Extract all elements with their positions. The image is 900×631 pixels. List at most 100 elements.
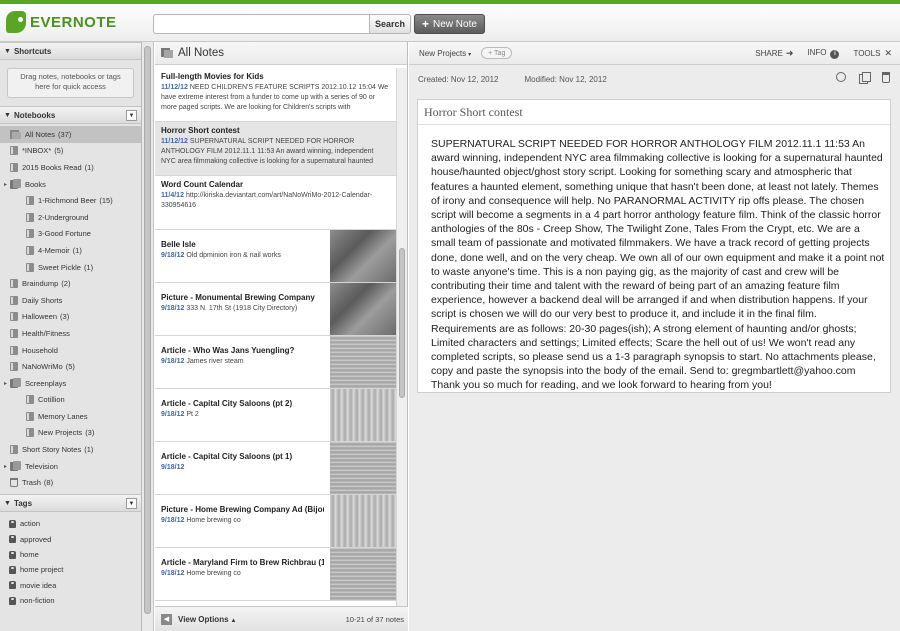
search-button[interactable]: Search: [369, 14, 412, 34]
note-list-item[interactable]: Full-length Movies for Kids 11/12/12 NEED …: [155, 68, 396, 122]
info-label: INFO: [807, 48, 827, 57]
notebook-icon: [26, 212, 34, 222]
note-snippet-text: Old dpminion iron & nail works: [186, 252, 281, 259]
sidebar-notebook-item[interactable]: Cotillion: [0, 392, 141, 409]
sidebar-notebook-item[interactable]: Household: [0, 342, 141, 359]
notebook-count: (1): [84, 445, 94, 455]
sidebar-notebook-item[interactable]: *INBOX* (5): [0, 143, 141, 160]
notebook-label: 3-Good Fortune: [38, 229, 91, 239]
sidebar-notebook-item[interactable]: 3-Good Fortune: [0, 226, 141, 243]
sidebar-notebook-item[interactable]: ▸ Television: [0, 458, 141, 475]
reminder-alarm-icon[interactable]: [836, 72, 846, 82]
notebook-count: (5): [54, 146, 64, 156]
notebooks-header[interactable]: ▼ Notebooks ▼: [0, 106, 141, 124]
sidebar-notebook-item[interactable]: New Projects (3): [0, 425, 141, 442]
duplicate-icon[interactable]: [859, 72, 871, 84]
tools-button[interactable]: TOOLS ✕: [853, 48, 892, 59]
new-note-button[interactable]: + New Note: [414, 14, 485, 34]
note-title: Picture - Home Brewing Company Ad (Bijou…: [161, 505, 324, 514]
note-snippet-text: Pt 2: [186, 411, 199, 418]
note-list-item[interactable]: Picture - Monumental Brewing Company 9/18…: [155, 283, 396, 336]
search-input[interactable]: [153, 14, 369, 34]
sidebar-scrollbar[interactable]: [142, 42, 154, 631]
note-thumbnail-image: [330, 389, 396, 441]
notebook-count: (3): [85, 428, 95, 438]
trash-icon[interactable]: [882, 72, 890, 83]
collapse-left-icon[interactable]: ◀: [161, 613, 172, 625]
notebook-count: (5): [65, 362, 75, 372]
note-snippet-text: 333 N. 17th St (1918 City Directory): [186, 305, 298, 312]
note-list-item[interactable]: Picture - Home Brewing Company Ad (Bijou…: [155, 495, 396, 548]
note-body[interactable]: SUPERNATURAL SCRIPT NEEDED FOR HORROR AN…: [418, 125, 890, 393]
sidebar-notebook-item[interactable]: Memory Lanes: [0, 408, 141, 425]
note-list-item[interactable]: Article - Capital City Saloons (pt 2) 9/1…: [155, 389, 396, 442]
sidebar-notebook-item[interactable]: NaNoWriMo (5): [0, 358, 141, 375]
sidebar-notebook-item[interactable]: 1-Richmond Beer (15): [0, 192, 141, 209]
notebook-icon: [10, 295, 18, 305]
note-list-item[interactable]: Article - Maryland Firm to Brew Richbrau…: [155, 548, 396, 601]
tags-header[interactable]: ▼ Tags ▼: [0, 494, 141, 513]
note-snippet-text: Home brewing co: [186, 570, 241, 577]
note-list-item[interactable]: Horror Short contest 11/12/12 SUPERNATURAL…: [155, 122, 396, 176]
sidebar-notebook-item[interactable]: Braindump (2): [0, 275, 141, 292]
shortcuts-section: ▼ Shortcuts Drag notes, notebooks or tag…: [0, 42, 141, 98]
note-list-item[interactable]: Belle Isle 9/18/12 Old dpminion iron & nai…: [155, 230, 396, 283]
notebook-label: Braindump: [22, 279, 59, 289]
tags-menu-icon[interactable]: ▼: [126, 497, 137, 509]
note-list-item[interactable]: Article - Capital City Saloons (pt 1) 9/1…: [155, 442, 396, 495]
evernote-logo[interactable]: EVERNOTE: [6, 10, 117, 34]
note-list-header: All Notes: [155, 42, 407, 65]
sidebar-tag-item[interactable]: movie idea: [0, 578, 141, 593]
sidebar-notebook-item[interactable]: 2-Underground: [0, 209, 141, 226]
sidebar-notebook-item[interactable]: Health/Fitness: [0, 325, 141, 342]
tools-label: TOOLS: [853, 49, 881, 58]
sidebar-tag-item[interactable]: non-fiction: [0, 593, 141, 608]
sidebar-notebook-item[interactable]: Trash (8): [0, 474, 141, 491]
close-icon[interactable]: ✕: [884, 48, 892, 58]
note-list-item[interactable]: Article - Who Was Jans Yuengling? 9/18/12…: [155, 336, 396, 389]
view-options-button[interactable]: View Options ▲: [178, 615, 236, 624]
notebook-label: Short Story Notes: [22, 445, 82, 455]
sidebar-tag-item[interactable]: action: [0, 516, 141, 531]
sidebar-scroll-thumb[interactable]: [144, 46, 151, 614]
notebook-stack-icon: [10, 179, 21, 190]
note-snippet-text: James river steam: [186, 358, 244, 365]
notebook-icon: [26, 196, 34, 206]
notebook-selector[interactable]: New Projects ▾: [419, 49, 471, 58]
sidebar-notebook-item[interactable]: Halloween (3): [0, 309, 141, 326]
shortcuts-drop-zone[interactable]: Drag notes, notebooks or tags here for q…: [7, 68, 134, 98]
notebook-count: (15): [99, 196, 113, 206]
note-snippet-text: Home brewing co: [186, 517, 241, 524]
share-label: SHARE: [755, 49, 783, 58]
sidebar-notebook-item[interactable]: All Notes (37): [0, 126, 141, 143]
add-tag-button[interactable]: + Tag: [481, 47, 513, 59]
share-button[interactable]: SHARE ➜: [755, 48, 793, 59]
note-title-field[interactable]: Horror Short contest: [418, 100, 890, 125]
note-list-scrollbar[interactable]: [396, 68, 407, 606]
note-title: Article - Maryland Firm to Brew Richbrau…: [161, 558, 324, 567]
logo-text: EVERNOTE: [30, 13, 117, 31]
sidebar-tag-item[interactable]: home project: [0, 562, 141, 577]
sidebar-notebook-item[interactable]: 4-Memoir (1): [0, 242, 141, 259]
sidebar-notebook-item[interactable]: Sweet Pickle (1): [0, 259, 141, 276]
sidebar-notebook-item[interactable]: Daily Shorts: [0, 292, 141, 309]
sidebar-notebook-item[interactable]: 2015 Books Read (1): [0, 159, 141, 176]
sidebar-tag-item[interactable]: home: [0, 547, 141, 562]
note-list-scroll-thumb[interactable]: [399, 248, 405, 398]
notebooks-menu-icon[interactable]: ▼: [126, 109, 137, 121]
notebook-icon: [26, 428, 34, 438]
note-list-item[interactable]: Word Count Calendar 11/4/12 http://kiriska…: [155, 176, 396, 230]
sidebar-tag-item[interactable]: approved: [0, 531, 141, 546]
info-button[interactable]: INFO i: [807, 48, 840, 59]
sidebar-notebook-item[interactable]: ▸ Books: [0, 176, 141, 193]
tag-icon: [9, 535, 16, 544]
all-notes-icon: [10, 129, 21, 139]
notebook-icon: [10, 279, 18, 289]
sidebar-notebook-item[interactable]: Short Story Notes (1): [0, 441, 141, 458]
sidebar-notebook-item[interactable]: ▸ Screenplays: [0, 375, 141, 392]
notebook-icon: [26, 395, 34, 405]
notebook-label: Health/Fitness: [22, 328, 70, 338]
shortcuts-header[interactable]: ▼ Shortcuts: [0, 42, 141, 60]
notebook-icon: [26, 411, 34, 421]
left-sidebar: ▼ Shortcuts Drag notes, notebooks or tag…: [0, 42, 142, 631]
